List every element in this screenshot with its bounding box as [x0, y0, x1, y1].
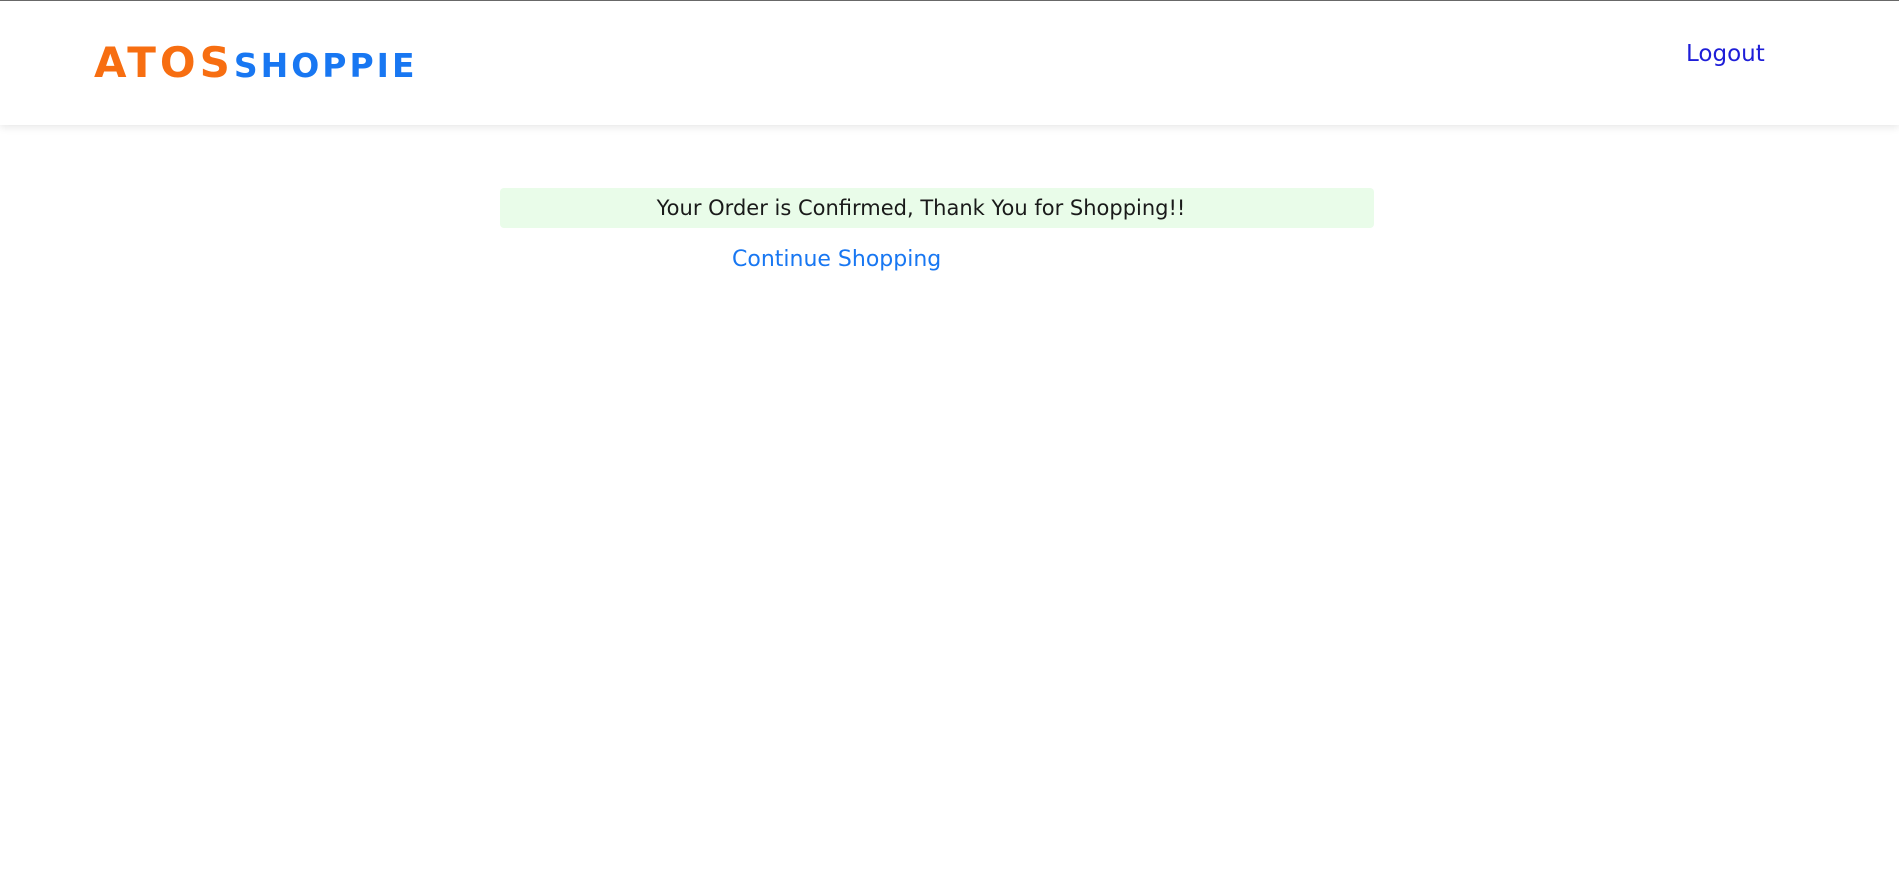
brand-logo-part-primary: ATOS [94, 38, 234, 87]
logout-link[interactable]: Logout [1686, 41, 1765, 67]
order-confirmation-message: Your Order is Confirmed, Thank You for S… [656, 196, 1186, 220]
brand-logo[interactable]: ATOS SHOPPIE [94, 38, 418, 87]
continue-shopping-link[interactable]: Continue Shopping [732, 247, 941, 272]
brand-logo-part-secondary: SHOPPIE [233, 46, 418, 85]
order-confirmation-alert: Your Order is Confirmed, Thank You for S… [500, 188, 1374, 228]
navbar: ATOS SHOPPIE Logout [0, 1, 1899, 125]
